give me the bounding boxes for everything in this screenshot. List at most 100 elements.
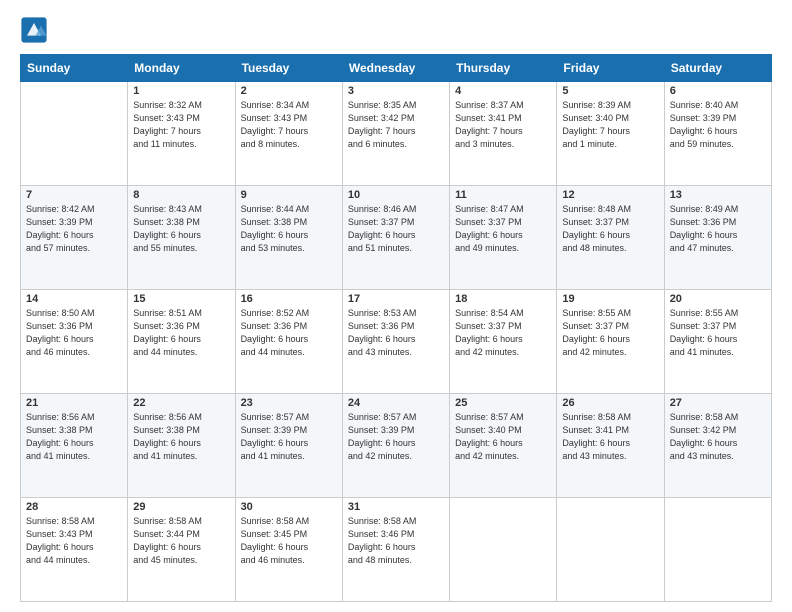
day-info: Sunrise: 8:40 AM Sunset: 3:39 PM Dayligh… bbox=[670, 99, 766, 151]
day-number: 21 bbox=[26, 397, 122, 409]
calendar-cell: 24Sunrise: 8:57 AM Sunset: 3:39 PM Dayli… bbox=[342, 394, 449, 498]
calendar-cell bbox=[450, 498, 557, 602]
day-info: Sunrise: 8:58 AM Sunset: 3:43 PM Dayligh… bbox=[26, 515, 122, 567]
calendar-cell bbox=[21, 82, 128, 186]
calendar-cell bbox=[664, 498, 771, 602]
day-number: 27 bbox=[670, 397, 766, 409]
day-info: Sunrise: 8:52 AM Sunset: 3:36 PM Dayligh… bbox=[241, 307, 337, 359]
day-number: 20 bbox=[670, 293, 766, 305]
day-info: Sunrise: 8:50 AM Sunset: 3:36 PM Dayligh… bbox=[26, 307, 122, 359]
day-number: 5 bbox=[562, 85, 658, 97]
day-info: Sunrise: 8:58 AM Sunset: 3:46 PM Dayligh… bbox=[348, 515, 444, 567]
calendar-cell: 9 Sunrise: 8:44 AM Sunset: 3:38 PM Daylig… bbox=[235, 186, 342, 290]
day-info: Sunrise: 8:44 AM Sunset: 3:38 PM Dayligh… bbox=[241, 203, 337, 255]
calendar-cell: 27 Sunrise: 8:58 AM Sunset: 3:42 PM Dayli… bbox=[664, 394, 771, 498]
calendar-cell: 1 Sunrise: 8:32 AM Sunset: 3:43 PM Daylig… bbox=[128, 82, 235, 186]
week-row-4: 28 Sunrise: 8:58 AM Sunset: 3:43 PM Dayli… bbox=[21, 498, 772, 602]
calendar-cell: 29 Sunrise: 8:58 AM Sunset: 3:44 PM Dayli… bbox=[128, 498, 235, 602]
calendar-cell: 12Sunrise: 8:48 AM Sunset: 3:37 PM Dayli… bbox=[557, 186, 664, 290]
day-number: 4 bbox=[455, 85, 551, 97]
calendar-cell: 10Sunrise: 8:46 AM Sunset: 3:37 PM Dayli… bbox=[342, 186, 449, 290]
logo-icon bbox=[20, 16, 48, 44]
week-row-0: 1 Sunrise: 8:32 AM Sunset: 3:43 PM Daylig… bbox=[21, 82, 772, 186]
day-number: 7 bbox=[26, 189, 122, 201]
day-info: Sunrise: 8:58 AM Sunset: 3:42 PM Dayligh… bbox=[670, 411, 766, 463]
day-number: 1 bbox=[133, 85, 229, 97]
day-number: 22 bbox=[133, 397, 229, 409]
header-cell-thursday: Thursday bbox=[450, 55, 557, 82]
day-info: Sunrise: 8:47 AM Sunset: 3:37 PM Dayligh… bbox=[455, 203, 551, 255]
day-number: 30 bbox=[241, 501, 337, 513]
day-info: Sunrise: 8:51 AM Sunset: 3:36 PM Dayligh… bbox=[133, 307, 229, 359]
header-cell-friday: Friday bbox=[557, 55, 664, 82]
week-row-3: 21 Sunrise: 8:56 AM Sunset: 3:38 PM Dayli… bbox=[21, 394, 772, 498]
day-number: 28 bbox=[26, 501, 122, 513]
day-number: 8 bbox=[133, 189, 229, 201]
day-info: Sunrise: 8:55 AM Sunset: 3:37 PM Dayligh… bbox=[562, 307, 658, 359]
calendar-table: SundayMondayTuesdayWednesdayThursdayFrid… bbox=[20, 54, 772, 602]
calendar-cell: 16 Sunrise: 8:52 AM Sunset: 3:36 PM Dayli… bbox=[235, 290, 342, 394]
day-number: 14 bbox=[26, 293, 122, 305]
calendar-cell bbox=[557, 498, 664, 602]
calendar-cell: 21Sunrise: 8:56 AM Sunset: 3:38 PM Dayli… bbox=[21, 394, 128, 498]
day-info: Sunrise: 8:34 AM Sunset: 3:43 PM Dayligh… bbox=[241, 99, 337, 151]
calendar-cell: 28 Sunrise: 8:58 AM Sunset: 3:43 PM Dayli… bbox=[21, 498, 128, 602]
calendar-cell: 3 Sunrise: 8:35 AM Sunset: 3:42 PM Daylig… bbox=[342, 82, 449, 186]
calendar-cell: 20Sunrise: 8:55 AM Sunset: 3:37 PM Dayli… bbox=[664, 290, 771, 394]
header-cell-tuesday: Tuesday bbox=[235, 55, 342, 82]
day-number: 26 bbox=[562, 397, 658, 409]
logo bbox=[20, 16, 52, 44]
day-number: 13 bbox=[670, 189, 766, 201]
page: SundayMondayTuesdayWednesdayThursdayFrid… bbox=[0, 0, 792, 612]
day-number: 16 bbox=[241, 293, 337, 305]
day-info: Sunrise: 8:43 AM Sunset: 3:38 PM Dayligh… bbox=[133, 203, 229, 255]
day-number: 31 bbox=[348, 501, 444, 513]
calendar-cell: 5 Sunrise: 8:39 AM Sunset: 3:40 PM Daylig… bbox=[557, 82, 664, 186]
day-number: 29 bbox=[133, 501, 229, 513]
header-cell-wednesday: Wednesday bbox=[342, 55, 449, 82]
day-number: 17 bbox=[348, 293, 444, 305]
header-cell-sunday: Sunday bbox=[21, 55, 128, 82]
day-info: Sunrise: 8:58 AM Sunset: 3:44 PM Dayligh… bbox=[133, 515, 229, 567]
calendar-cell: 17Sunrise: 8:53 AM Sunset: 3:36 PM Dayli… bbox=[342, 290, 449, 394]
calendar-cell: 31 Sunrise: 8:58 AM Sunset: 3:46 PM Dayli… bbox=[342, 498, 449, 602]
calendar-cell: 2 Sunrise: 8:34 AM Sunset: 3:43 PM Daylig… bbox=[235, 82, 342, 186]
calendar-cell: 19Sunrise: 8:55 AM Sunset: 3:37 PM Dayli… bbox=[557, 290, 664, 394]
calendar-cell: 14 Sunrise: 8:50 AM Sunset: 3:36 PM Dayli… bbox=[21, 290, 128, 394]
day-number: 9 bbox=[241, 189, 337, 201]
calendar-cell: 26 Sunrise: 8:58 AM Sunset: 3:41 PM Dayli… bbox=[557, 394, 664, 498]
day-info: Sunrise: 8:35 AM Sunset: 3:42 PM Dayligh… bbox=[348, 99, 444, 151]
calendar-cell: 8 Sunrise: 8:43 AM Sunset: 3:38 PM Daylig… bbox=[128, 186, 235, 290]
day-number: 6 bbox=[670, 85, 766, 97]
header-row: SundayMondayTuesdayWednesdayThursdayFrid… bbox=[21, 55, 772, 82]
day-info: Sunrise: 8:37 AM Sunset: 3:41 PM Dayligh… bbox=[455, 99, 551, 151]
day-info: Sunrise: 8:58 AM Sunset: 3:41 PM Dayligh… bbox=[562, 411, 658, 463]
day-info: Sunrise: 8:32 AM Sunset: 3:43 PM Dayligh… bbox=[133, 99, 229, 151]
day-number: 15 bbox=[133, 293, 229, 305]
calendar-cell: 23Sunrise: 8:57 AM Sunset: 3:39 PM Dayli… bbox=[235, 394, 342, 498]
day-info: Sunrise: 8:49 AM Sunset: 3:36 PM Dayligh… bbox=[670, 203, 766, 255]
calendar-cell: 18 Sunrise: 8:54 AM Sunset: 3:37 PM Dayli… bbox=[450, 290, 557, 394]
calendar-cell: 22 Sunrise: 8:56 AM Sunset: 3:38 PM Dayli… bbox=[128, 394, 235, 498]
day-number: 25 bbox=[455, 397, 551, 409]
header-cell-monday: Monday bbox=[128, 55, 235, 82]
calendar-cell: 25 Sunrise: 8:57 AM Sunset: 3:40 PM Dayli… bbox=[450, 394, 557, 498]
header-cell-saturday: Saturday bbox=[664, 55, 771, 82]
day-info: Sunrise: 8:39 AM Sunset: 3:40 PM Dayligh… bbox=[562, 99, 658, 151]
day-info: Sunrise: 8:54 AM Sunset: 3:37 PM Dayligh… bbox=[455, 307, 551, 359]
header bbox=[20, 16, 772, 44]
day-info: Sunrise: 8:56 AM Sunset: 3:38 PM Dayligh… bbox=[133, 411, 229, 463]
calendar-cell: 7 Sunrise: 8:42 AM Sunset: 3:39 PM Daylig… bbox=[21, 186, 128, 290]
calendar-cell: 6 Sunrise: 8:40 AM Sunset: 3:39 PM Daylig… bbox=[664, 82, 771, 186]
day-number: 2 bbox=[241, 85, 337, 97]
day-number: 24 bbox=[348, 397, 444, 409]
day-info: Sunrise: 8:57 AM Sunset: 3:40 PM Dayligh… bbox=[455, 411, 551, 463]
day-number: 18 bbox=[455, 293, 551, 305]
calendar-cell: 13 Sunrise: 8:49 AM Sunset: 3:36 PM Dayli… bbox=[664, 186, 771, 290]
week-row-2: 14 Sunrise: 8:50 AM Sunset: 3:36 PM Dayli… bbox=[21, 290, 772, 394]
day-number: 12 bbox=[562, 189, 658, 201]
day-info: Sunrise: 8:42 AM Sunset: 3:39 PM Dayligh… bbox=[26, 203, 122, 255]
calendar-cell: 30Sunrise: 8:58 AM Sunset: 3:45 PM Dayli… bbox=[235, 498, 342, 602]
day-number: 3 bbox=[348, 85, 444, 97]
week-row-1: 7 Sunrise: 8:42 AM Sunset: 3:39 PM Daylig… bbox=[21, 186, 772, 290]
